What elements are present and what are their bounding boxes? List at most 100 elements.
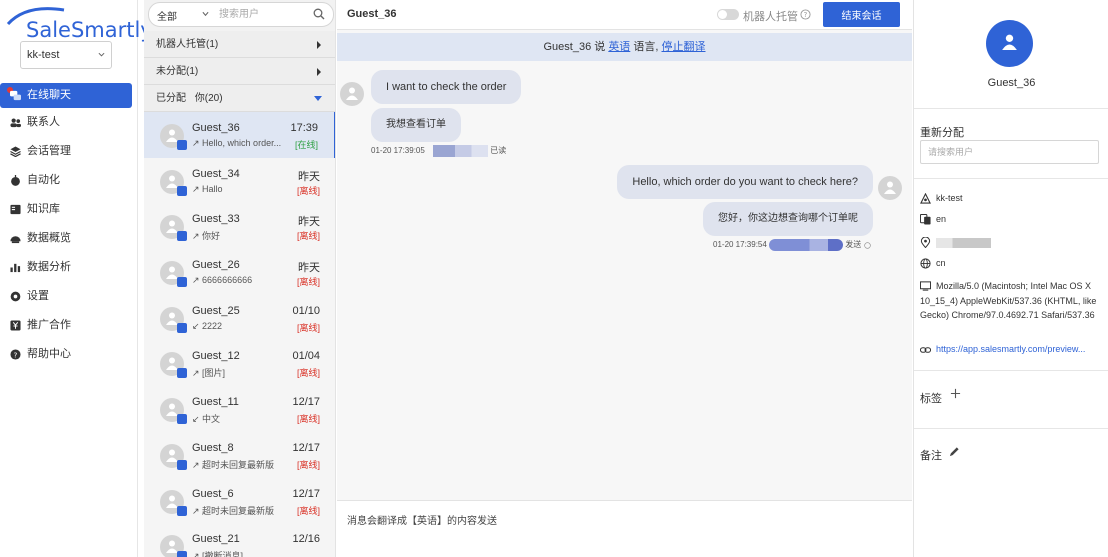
region-value: cn (936, 258, 946, 268)
user-agent: Mozilla/5.0 (Macintosh; Intel Mac OS X 1… (920, 281, 1097, 320)
divider (914, 370, 1108, 371)
chat-header: Guest_36 机器人托管 ? 结束会话 (337, 0, 912, 30)
chat-composer[interactable]: 消息会翻译成【英语】的内容发送 (337, 500, 912, 557)
send-status: 发送 (845, 240, 862, 250)
message-time: 01-20 17:39:05 (371, 146, 425, 156)
channel-badge-icon (177, 185, 187, 196)
robot-icon (920, 193, 931, 204)
status-badge: [离线] (296, 414, 320, 425)
conversation-name: Guest_21 (192, 533, 240, 546)
message-meta: 01-20 17:39:05 已读 (371, 145, 506, 157)
chevron-right-icon (317, 68, 321, 76)
nav-item-live-chat[interactable]: 在线聊天 (0, 83, 132, 108)
group-assigned[interactable]: 已分配 你(20) (144, 85, 335, 112)
redacted-location (936, 238, 991, 248)
search-input[interactable] (219, 6, 309, 23)
contact-avatar (986, 20, 1033, 67)
visited-page-link[interactable]: https://app.salesmartly.com/preview... (936, 344, 1102, 354)
nav-item-label: 推广合作 (27, 319, 71, 331)
contact-info-panel: Guest_36 重新分配 kk-test en cn Mozilla/5.0 … (913, 0, 1108, 557)
status-badge: [在线] (294, 140, 318, 150)
nav-item-session-management[interactable]: 会话管理 (0, 137, 138, 166)
nav-item-label: 数据概览 (27, 232, 71, 244)
conversation-time: 01/04 (292, 350, 320, 363)
conversation-item[interactable]: Guest_11 12/17 ↙ 中文 [离线] (144, 386, 335, 432)
reassign-input[interactable] (920, 140, 1099, 164)
end-session-button[interactable]: 结束会话 (823, 2, 900, 27)
conversation-list: Guest_36 17:39 ↗ Hello, which order... [在线]… (144, 112, 335, 557)
status-badge: [离线] (296, 231, 320, 242)
message-meta: 01-20 17:39:54 发送 (713, 239, 871, 251)
conversation-item[interactable]: Guest_8 12/17 ↗ 超时未回复最新版 [离线] (144, 431, 335, 478)
logo: SaleSmartly (6, 6, 153, 42)
conversation-item[interactable]: Guest_34 昨天 ↗ Hallo [离线] (144, 157, 335, 204)
divider (914, 178, 1108, 179)
channel-badge-icon (177, 322, 187, 333)
translate-language-link[interactable]: 英语 (608, 41, 630, 53)
nav-item-label: 知识库 (27, 203, 60, 215)
search-icon[interactable] (313, 8, 325, 20)
conversation-item[interactable]: Guest_36 17:39 ↗ Hello, which order... [在线] (144, 112, 335, 158)
user-icon (166, 129, 178, 142)
conversation-time: 12/16 (292, 533, 320, 546)
conversation-item[interactable]: Guest_33 昨天 ↗ 你好 [离线] (144, 203, 335, 250)
nav-item-label: 设置 (27, 290, 49, 302)
stop-translate-link[interactable]: 停止翻译 (662, 41, 706, 53)
nav-item-contacts[interactable]: 联系人 (0, 108, 138, 137)
conversation-name: Guest_34 (192, 167, 240, 180)
bar-chart-icon (10, 263, 21, 273)
channel-badge-icon (177, 459, 187, 470)
user-icon (1002, 34, 1017, 50)
group-sub-label: 你(20) (194, 93, 223, 104)
plus-icon[interactable] (950, 388, 961, 399)
translate-mid: 语言, (633, 41, 659, 53)
conversation-preview: ↙ 2222 (192, 320, 223, 331)
chat-area: Guest_36 机器人托管 ? 结束会话 Guest_36 说 英语 语言, … (337, 0, 912, 557)
chevron-down-icon (98, 52, 105, 57)
conversation-item[interactable]: Guest_6 12/17 ↗ 超时未回复最新版 [离线] (144, 477, 335, 524)
logo-text: SaleSmartly (26, 18, 153, 42)
chevron-right-icon (317, 41, 321, 49)
conversation-item[interactable]: Guest_12 01/04 ↗ [图片] [离线] (144, 340, 335, 387)
nav-item-data-analysis[interactable]: 数据分析 (0, 253, 138, 282)
conversation-time: 12/17 (292, 396, 320, 409)
svg-text:?: ? (14, 350, 18, 359)
chevron-down-icon[interactable] (202, 11, 209, 17)
user-icon (166, 312, 178, 325)
gauge-icon (10, 236, 21, 244)
channel-badge-icon (177, 505, 187, 516)
conversation-time: 17:39 (290, 122, 318, 134)
nav-item-help-center[interactable]: ? 帮助中心 (0, 340, 138, 369)
globe-icon (920, 258, 931, 269)
group-unassigned[interactable]: 未分配(1) (144, 58, 335, 85)
nav-item-label: 帮助中心 (27, 348, 71, 360)
workspace-select[interactable]: kk-test (20, 41, 112, 69)
chat-bubbles-icon (10, 90, 21, 101)
settings-icon (10, 291, 21, 302)
nav-item-settings[interactable]: 设置 (0, 282, 138, 311)
conversation-item[interactable]: Guest_25 01/10 ↙ 2222 [离线] (144, 294, 335, 341)
nav-item-affiliate[interactable]: 推广合作 (0, 311, 138, 340)
bot-toggle[interactable] (717, 9, 739, 20)
nav-item-label: 数据分析 (27, 261, 71, 273)
nav-item-data-overview[interactable]: 数据概览 (0, 224, 138, 253)
main-nav: SaleSmartly kk-test 在线聊天 联系人 会话管理 自动化 知识… (0, 0, 153, 557)
workspace-name: kk-test (27, 49, 60, 61)
group-bot-managed[interactable]: 机器人托管(1) (144, 31, 335, 58)
svg-text:?: ? (804, 11, 808, 19)
nav-item-knowledge-base[interactable]: 知识库 (0, 195, 138, 224)
channel-badge-icon (177, 277, 187, 288)
nav-item-automation[interactable]: 自动化 (0, 166, 138, 195)
redacted-name (769, 239, 844, 251)
filter-select[interactable]: 全部 (157, 8, 177, 23)
pencil-icon[interactable] (949, 446, 960, 457)
message-time: 01-20 17:39:54 (713, 240, 767, 250)
language-value: en (936, 214, 947, 224)
contacts-icon (10, 118, 21, 128)
conversation-time: 12/17 (292, 487, 320, 500)
conversation-item[interactable]: Guest_26 昨天 ↗ 6666666666 [离线] (144, 249, 335, 295)
user-icon (166, 449, 178, 462)
help-circle-icon[interactable]: ? (800, 9, 811, 20)
conversation-item[interactable]: Guest_21 12/16 ↗ [撤断消息] (144, 523, 335, 557)
divider (914, 108, 1108, 109)
